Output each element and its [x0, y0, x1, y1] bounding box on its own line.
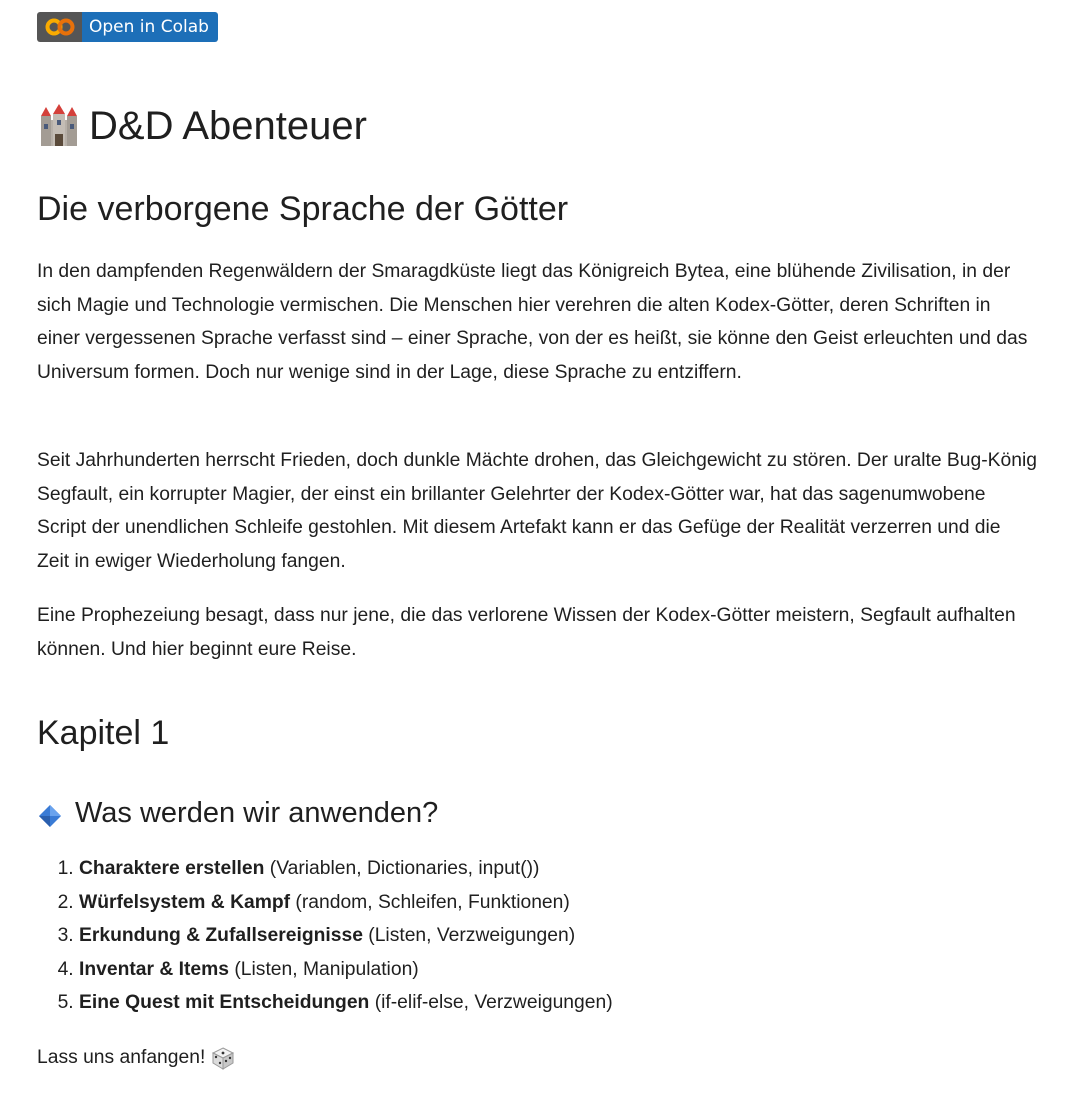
intro-paragraph-2: Seit Jahrhunderten herrscht Frieden, doc… [37, 450, 1037, 572]
section-heading: Was werden wir anwenden? [37, 793, 438, 833]
topic-title: Eine Quest mit Entscheidungen [79, 992, 370, 1014]
topic-detail: (Variablen, Dictionaries, input()) [264, 858, 540, 879]
intro-paragraph-1: In den dampfenden Regenwäldern der Smara… [37, 261, 1028, 383]
intro-paragraph-3: Eine Prophezeiung besagt, dass nur jene,… [37, 605, 1016, 660]
section-heading-text: Was werden wir anwenden? [75, 797, 439, 829]
story-subtitle: Die verborgene Sprache der Götter [37, 190, 569, 228]
list-item: Eine Quest mit Entscheidungen (if-elif-e… [79, 986, 613, 1020]
topic-title: Charaktere erstellen [79, 858, 265, 879]
chapter-heading: Kapitel 1 [37, 714, 170, 752]
topic-detail: (Listen, Verzweigungen) [362, 925, 576, 947]
blue-diamond-icon [37, 800, 63, 827]
open-in-colab-label: Open in Colab [82, 12, 218, 42]
topic-title: Erkundung & Zufallsereignisse [79, 925, 363, 947]
notebook-markdown-cell: Open in Colab D&D Abenteuer Die verborge… [0, 0, 1079, 1102]
topic-detail: (Listen, Manipulation) [229, 958, 419, 980]
castle-icon [37, 104, 81, 148]
topic-title: Inventar & Items [79, 958, 230, 980]
topic-title: Würfelsystem & Kampf [79, 891, 291, 913]
topics-list: Charaktere erstellen (Variablen, Diction… [37, 852, 613, 1020]
list-item: Inventar & Items (Listen, Manipulation) [79, 953, 613, 987]
page-title: D&D Abenteuer [37, 100, 367, 152]
topic-detail: (if-elif-else, Verzweigungen) [369, 992, 613, 1014]
closing-line: Lass uns anfangen! [37, 1041, 235, 1075]
page-title-text: D&D Abenteuer [89, 104, 367, 148]
list-item: Erkundung & Zufallsereignisse (Listen, V… [79, 919, 613, 953]
list-item: Charaktere erstellen (Variablen, Diction… [79, 852, 613, 886]
colab-logo-icon [37, 12, 82, 42]
closing-text: Lass uns anfangen! [37, 1047, 206, 1068]
topic-detail: (random, Schleifen, Funktionen) [290, 891, 570, 913]
open-in-colab-badge[interactable]: Open in Colab [37, 12, 218, 42]
list-item: Würfelsystem & Kampf (random, Schleifen,… [79, 886, 613, 920]
dice-icon [211, 1046, 235, 1070]
